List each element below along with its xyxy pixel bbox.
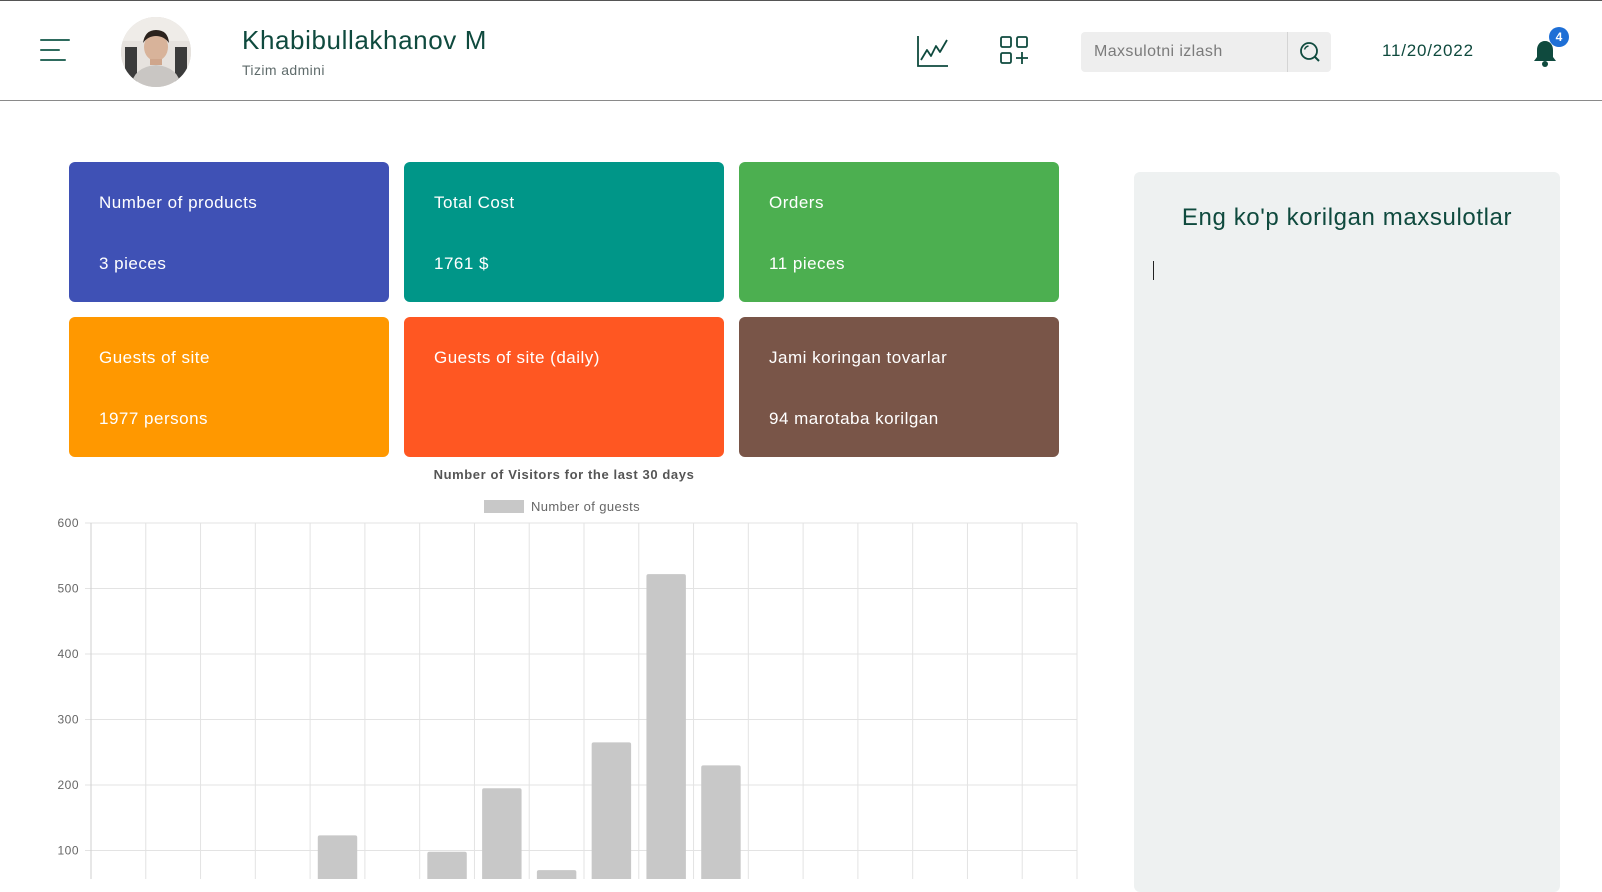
search-button[interactable] bbox=[1287, 32, 1331, 72]
visitors-bar-chart: 100 200 300 400 500 600 bbox=[57, 516, 1078, 879]
bar bbox=[482, 788, 522, 879]
y-tick-label: 200 bbox=[57, 778, 79, 792]
y-tick-label: 600 bbox=[57, 516, 79, 530]
y-tick-label: 400 bbox=[57, 647, 79, 661]
panel-title: Eng ko'p korilgan maxsulotlar bbox=[1181, 204, 1513, 231]
bar bbox=[536, 870, 577, 879]
bar bbox=[427, 851, 467, 879]
bar bbox=[701, 765, 741, 879]
text-cursor bbox=[1153, 261, 1154, 280]
bar bbox=[591, 742, 632, 879]
most-viewed-panel: Eng ko'p korilgan maxsulotlar bbox=[1134, 172, 1560, 892]
search-icon bbox=[1300, 42, 1320, 62]
notification-badge: 4 bbox=[1549, 27, 1569, 47]
current-date: 11/20/2022 bbox=[1382, 41, 1474, 60]
bar bbox=[317, 835, 358, 879]
y-tick-label: 500 bbox=[57, 582, 79, 596]
y-tick-label: 100 bbox=[57, 844, 79, 858]
bar bbox=[646, 574, 686, 879]
y-tick-label: 300 bbox=[57, 713, 79, 727]
